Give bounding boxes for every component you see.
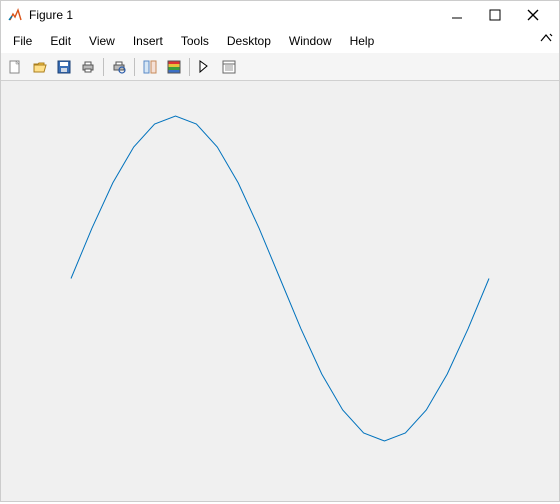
print-icon[interactable] xyxy=(77,56,99,78)
matlab-icon xyxy=(7,7,23,23)
menu-view[interactable]: View xyxy=(81,31,123,51)
property-inspector-icon[interactable] xyxy=(218,56,240,78)
plot-canvas xyxy=(1,81,559,501)
insert-colorbar-icon[interactable] xyxy=(163,56,185,78)
menu-file[interactable]: File xyxy=(5,31,40,51)
save-icon[interactable] xyxy=(53,56,75,78)
toolbar xyxy=(1,53,559,81)
plot-area[interactable] xyxy=(1,81,559,501)
edit-plot-icon[interactable] xyxy=(194,56,216,78)
toolbar-separator xyxy=(103,58,104,76)
window-title: Figure 1 xyxy=(29,8,73,22)
menu-desktop[interactable]: Desktop xyxy=(219,31,279,51)
maximize-button[interactable] xyxy=(485,5,505,25)
toolbar-separator xyxy=(134,58,135,76)
menu-window[interactable]: Window xyxy=(281,31,340,51)
menubar: File Edit View Insert Tools Desktop Wind… xyxy=(1,29,559,53)
print-preview-icon[interactable] xyxy=(108,56,130,78)
sine-curve xyxy=(71,116,489,441)
menu-tools[interactable]: Tools xyxy=(173,31,217,51)
window-controls xyxy=(447,5,553,25)
menu-help[interactable]: Help xyxy=(342,31,383,51)
new-figure-icon[interactable] xyxy=(5,56,27,78)
open-icon[interactable] xyxy=(29,56,51,78)
menu-edit[interactable]: Edit xyxy=(42,31,79,51)
toolbar-separator xyxy=(189,58,190,76)
close-button[interactable] xyxy=(523,5,543,25)
dock-menu-icon[interactable] xyxy=(539,31,553,48)
menu-insert[interactable]: Insert xyxy=(125,31,171,51)
titlebar: Figure 1 xyxy=(1,1,559,29)
minimize-button[interactable] xyxy=(447,5,467,25)
link-axes-icon[interactable] xyxy=(139,56,161,78)
